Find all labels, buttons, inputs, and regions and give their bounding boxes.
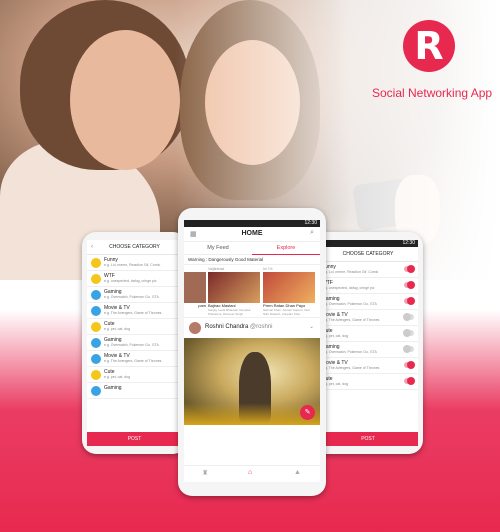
category-toggle[interactable] [404,265,415,273]
back-icon[interactable]: ‹ [91,240,93,254]
app-header: ▦ HOME ⌕ [184,227,320,242]
category-hint: e.g. Overwatch, Pokemon Go, GTA [104,343,159,347]
category-name: Gaming [104,385,122,391]
category-row[interactable]: WTF e.g. unexpected, dafug, cringe pic [87,271,182,287]
category-toggle[interactable] [404,377,415,385]
trophy-icon[interactable]: ♜ [202,469,208,477]
category-toggle[interactable] [403,345,414,353]
category-row[interactable]: Funny e.g. Lol, meme, Reaction Gif, Comic [318,262,418,278]
category-row[interactable]: Gaming e.g. Overwatch, Pokemon Go, GTA [87,335,182,351]
category-hint: e.g. The Avengers, Game of Thrones [104,359,162,363]
post-image[interactable]: ✎ [184,338,320,425]
post-author[interactable]: Roshni Chandra [205,324,248,330]
category-row[interactable]: Funny e.g. Lol, meme, Reaction Gif, Comic [87,255,182,271]
emoji-icon [91,386,101,396]
tab-explore[interactable]: Explore [252,242,320,255]
category-row[interactable]: Movie & TV e.g. The Avengers, Game of Thr… [318,310,418,326]
category-toggle[interactable] [404,297,415,305]
emoji-icon [91,322,101,332]
tab-my-feed[interactable]: My Feed [184,242,252,254]
bottom-nav: ♜ ⌂ ▲ [184,465,320,482]
category-toggle[interactable] [404,281,415,289]
left-phone: ‹ CHOOSE CATEGORY Funny e.g. Lol, meme, R… [82,232,187,454]
post-button[interactable]: POST [87,432,182,446]
category-hint: e.g. The Avengers, Game of Thrones [322,318,380,322]
app-logo: R [403,20,455,72]
screen-title: CHOOSE CATEGORY [109,244,160,250]
category-hint: e.g. Overwatch, Pokemon Go, GTA [104,295,159,299]
page-title: HOME [241,230,263,237]
tagline: Social Networking App [372,86,493,100]
status-time: 12:30 [184,220,320,227]
home-icon[interactable]: ⌂ [248,469,252,476]
category-row[interactable]: Movie & TV e.g. The Avengers, Game of Thr… [318,358,418,374]
post-button[interactable]: POST [318,432,418,446]
category-row[interactable]: Gaming e.g. Overwatch, Pokemon Go, GTA [87,287,182,303]
category-hint: e.g. The Avengers, Game of Thrones [322,366,380,370]
category-row[interactable]: Movie & TV e.g. The Avengers, Game of Thr… [87,303,182,319]
promo-scene: R Social Networking App ‹ CHOOSE CATEGOR… [0,0,500,532]
post-handle: @roshni [250,324,273,330]
featured-strip: pam Vaijāntraal Bajirao Mastani Sanjay L… [184,265,320,318]
category-hint: e.g. Overwatch, Pokemon Go, GTA [322,302,377,306]
feed-tabs: My Feed Explore [184,242,320,255]
category-hint: e.g. Lol, meme, Reaction Gif, Comic [322,270,379,274]
emoji-icon [91,306,101,316]
category-row[interactable]: Cute e.g. pet, cat, dog [87,367,182,383]
category-row[interactable]: Gaming e.g. Overwatch, Pokemon Go, GTA [318,294,418,310]
category-hint: e.g. unexpected, dafug, cringe pic [322,286,375,290]
post-header: Roshni Chandra @roshni ⌄ [184,318,320,338]
emoji-icon [91,258,101,268]
category-row[interactable]: Movie & TV e.g. The Avengers, Game of Thr… [87,351,182,367]
featured-card[interactable]: pam [184,267,206,315]
emoji-icon [91,274,101,284]
category-hint: e.g. pet, cat, dog [104,375,131,379]
screen-title: CHOOSE CATEGORY [318,247,418,262]
bell-icon[interactable]: ▲ [294,469,301,476]
edit-fab-button[interactable]: ✎ [300,405,315,420]
status-time: 12:30 [318,240,418,247]
category-toggle[interactable] [403,313,414,321]
category-row[interactable]: Cute e.g. pet, cat, dog [318,326,418,342]
featured-card[interactable]: Ini 7/4 Prem Ratan Dhan Payo Salman Khan… [263,267,315,316]
center-phone: 12:30 ▦ HOME ⌕ My Feed Explore Warning :… [178,208,326,496]
category-row[interactable]: Cute e.g. pet, cat, dog [87,319,182,335]
category-hint: e.g. pet, cat, dog [104,327,131,331]
emoji-icon [91,290,101,300]
category-toggle[interactable] [403,329,414,337]
category-row[interactable]: Cute e.g. pet, cat, dog [318,374,418,390]
avatar[interactable] [189,322,201,334]
search-icon[interactable]: ⌕ [310,229,314,237]
category-hint: e.g. unexpected, dafug, cringe pic [104,279,157,283]
emoji-icon [91,370,101,380]
logo-letter: R [414,24,444,68]
emoji-icon [91,354,101,364]
category-hint: e.g. Lol, meme, Reaction Gif, Comic [104,263,161,267]
category-hint: e.g. The Avengers, Game of Thrones [104,311,162,315]
emoji-icon [91,338,101,348]
category-row[interactable]: Gaming e.g. Overwatch, Pokemon Go, GTA [318,342,418,358]
category-toggle[interactable] [404,361,415,369]
chevron-down-icon[interactable]: ⌄ [309,323,314,330]
category-hint: e.g. Overwatch, Pokemon Go, GTA [322,350,377,354]
featured-card[interactable]: Vaijāntraal Bajirao Mastani Sanjay Leela… [208,267,260,316]
warning-label: Warning : Dangerously Good Material [184,255,320,265]
category-row[interactable]: Gaming [87,383,182,399]
right-phone: 12:30 CHOOSE CATEGORY Funny e.g. Lol, mem… [313,232,423,454]
category-row[interactable]: WTF e.g. unexpected, dafug, cringe pic [318,278,418,294]
